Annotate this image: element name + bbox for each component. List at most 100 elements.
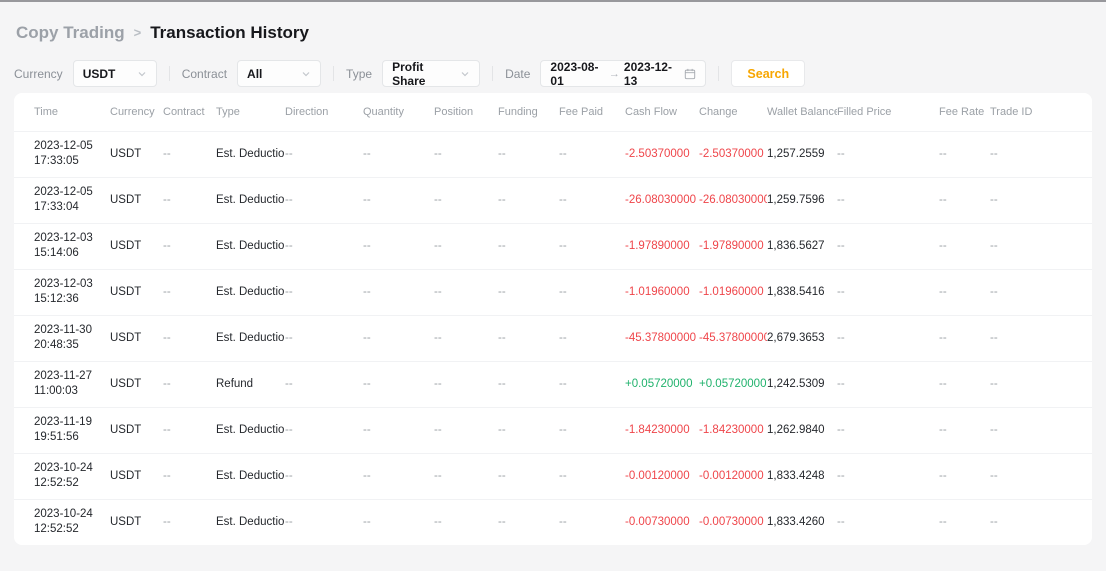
cell-fee-rate: -- xyxy=(939,131,990,177)
cell-cash-flow: +0.05720000 xyxy=(625,361,699,407)
chevron-down-icon xyxy=(137,69,147,79)
cell-fee-paid: -- xyxy=(559,131,625,177)
cell-fee-paid: -- xyxy=(559,177,625,223)
cell-wallet-balance: 1,262.9840 xyxy=(767,407,837,453)
cell-time: 2023-12-03 15:14:06 xyxy=(14,223,110,269)
currency-select[interactable]: USDT xyxy=(73,60,157,87)
column-header: Time xyxy=(14,93,110,131)
cell-cash-flow: -1.84230000 xyxy=(625,407,699,453)
cell-change: -2.50370000 xyxy=(699,131,767,177)
transaction-table: TimeCurrencyContractTypeDirectionQuantit… xyxy=(14,93,1092,545)
cell-funding: -- xyxy=(498,177,559,223)
cell-trade-id: -- xyxy=(990,223,1092,269)
search-button[interactable]: Search xyxy=(731,60,805,87)
cell-time: 2023-12-03 15:12:36 xyxy=(14,269,110,315)
cell-contract: -- xyxy=(163,499,216,545)
cell-change: -0.00120000 xyxy=(699,453,767,499)
cell-filled-price: -- xyxy=(837,315,939,361)
type-select[interactable]: Profit Share xyxy=(382,60,480,87)
cell-contract: -- xyxy=(163,407,216,453)
date-range-picker[interactable]: 2023-08-01 → 2023-12-13 xyxy=(540,60,706,87)
column-header: Contract xyxy=(163,93,216,131)
filter-group-type: Type Profit Share xyxy=(346,60,480,87)
cell-direction: -- xyxy=(285,407,363,453)
cell-trade-id: -- xyxy=(990,453,1092,499)
cell-position: -- xyxy=(434,361,498,407)
cell-currency: USDT xyxy=(110,177,163,223)
cell-funding: -- xyxy=(498,453,559,499)
cell-change: -45.37800000 xyxy=(699,315,767,361)
cell-fee-paid: -- xyxy=(559,407,625,453)
cell-time: 2023-12-05 17:33:04 xyxy=(14,177,110,223)
cell-time: 2023-10-24 12:52:52 xyxy=(14,499,110,545)
cell-quantity: -- xyxy=(363,499,434,545)
filter-divider xyxy=(333,66,334,81)
cell-fee-paid: -- xyxy=(559,361,625,407)
cell-fee-rate: -- xyxy=(939,223,990,269)
cell-quantity: -- xyxy=(363,361,434,407)
cell-wallet-balance: 1,836.5627 xyxy=(767,223,837,269)
column-header: Trade ID xyxy=(990,93,1092,131)
contract-select[interactable]: All xyxy=(237,60,321,87)
table-header-row: TimeCurrencyContractTypeDirectionQuantit… xyxy=(14,93,1092,131)
cell-quantity: -- xyxy=(363,269,434,315)
cell-change: -1.01960000 xyxy=(699,269,767,315)
filter-bar: Currency USDT Contract All Type Profit S… xyxy=(14,60,1106,87)
table-row: 2023-12-05 17:33:05 USDT -- Est. Deducti… xyxy=(14,131,1092,177)
cell-wallet-balance: 1,259.7596 xyxy=(767,177,837,223)
cell-trade-id: -- xyxy=(990,361,1092,407)
cell-change: -26.08030000 xyxy=(699,177,767,223)
cell-time: 2023-11-30 20:48:35 xyxy=(14,315,110,361)
cell-fee-paid: -- xyxy=(559,223,625,269)
cell-position: -- xyxy=(434,131,498,177)
filter-divider xyxy=(718,66,719,81)
breadcrumb-copy-trading[interactable]: Copy Trading xyxy=(16,23,125,43)
cell-contract: -- xyxy=(163,131,216,177)
cell-trade-id: -- xyxy=(990,315,1092,361)
cell-cash-flow: -2.50370000 xyxy=(625,131,699,177)
column-header: Filled Price xyxy=(837,93,939,131)
filter-divider xyxy=(169,66,170,81)
cell-cash-flow: -45.37800000 xyxy=(625,315,699,361)
cell-type: Est. Deduction xyxy=(216,499,285,545)
cell-fee-paid: -- xyxy=(559,315,625,361)
cell-currency: USDT xyxy=(110,453,163,499)
cell-funding: -- xyxy=(498,361,559,407)
table-row: 2023-11-19 19:51:56 USDT -- Est. Deducti… xyxy=(14,407,1092,453)
transaction-table-card: TimeCurrencyContractTypeDirectionQuantit… xyxy=(14,93,1092,545)
type-select-value: Profit Share xyxy=(392,60,454,88)
cell-filled-price: -- xyxy=(837,499,939,545)
cell-fee-rate: -- xyxy=(939,453,990,499)
cell-fee-rate: -- xyxy=(939,315,990,361)
cell-position: -- xyxy=(434,223,498,269)
cell-trade-id: -- xyxy=(990,499,1092,545)
cell-wallet-balance: 2,679.3653 xyxy=(767,315,837,361)
chevron-down-icon xyxy=(460,69,470,79)
column-header: Currency xyxy=(110,93,163,131)
contract-filter-label: Contract xyxy=(182,67,227,81)
cell-fee-rate: -- xyxy=(939,177,990,223)
column-header: Direction xyxy=(285,93,363,131)
cell-cash-flow: -0.00120000 xyxy=(625,453,699,499)
cell-type: Est. Deduction xyxy=(216,131,285,177)
cell-wallet-balance: 1,257.2559 xyxy=(767,131,837,177)
filter-divider xyxy=(492,66,493,81)
cell-filled-price: -- xyxy=(837,177,939,223)
contract-select-value: All xyxy=(247,67,262,81)
cell-filled-price: -- xyxy=(837,453,939,499)
cell-fee-paid: -- xyxy=(559,269,625,315)
column-header: Change xyxy=(699,93,767,131)
cell-currency: USDT xyxy=(110,499,163,545)
page-title: Transaction History xyxy=(150,23,309,43)
cell-cash-flow: -1.01960000 xyxy=(625,269,699,315)
cell-contract: -- xyxy=(163,223,216,269)
cell-direction: -- xyxy=(285,223,363,269)
cell-filled-price: -- xyxy=(837,131,939,177)
table-row: 2023-11-27 11:00:03 USDT -- Refund -- --… xyxy=(14,361,1092,407)
cell-quantity: -- xyxy=(363,315,434,361)
cell-time: 2023-10-24 12:52:52 xyxy=(14,453,110,499)
cell-currency: USDT xyxy=(110,269,163,315)
cell-change: +0.05720000 xyxy=(699,361,767,407)
cell-funding: -- xyxy=(498,315,559,361)
cell-position: -- xyxy=(434,407,498,453)
